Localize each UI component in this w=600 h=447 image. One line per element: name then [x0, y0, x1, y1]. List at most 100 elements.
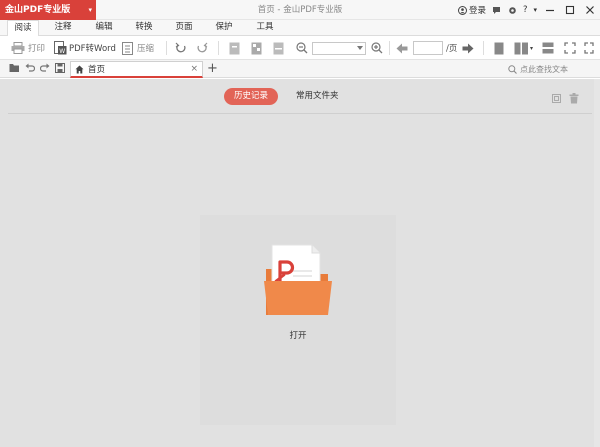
read-mode-button[interactable] [584, 39, 594, 57]
printer-icon [11, 42, 25, 54]
tab-page[interactable]: 页面 [168, 20, 200, 36]
app-menu-button[interactable]: 金山PDF专业版 ▾ [0, 0, 96, 20]
home-page: 历史记录 常用文件夹 打开 [0, 79, 600, 447]
page-view-icon [251, 42, 262, 54]
redo-icon[interactable] [40, 63, 50, 73]
zoom-in-icon [371, 42, 383, 54]
toolbar-divider [389, 41, 390, 55]
page-layout-icon [273, 42, 284, 54]
tab-tools[interactable]: 工具 [249, 20, 281, 36]
ribbon-tabs: 阅读 注释 编辑 转换 页面 保护 工具 [0, 20, 600, 37]
pdf-to-word-icon: W [54, 41, 67, 55]
close-button[interactable] [580, 0, 600, 20]
minimize-icon [546, 9, 554, 12]
user-icon [457, 5, 467, 15]
zoom-select[interactable] [312, 42, 366, 55]
tab-home[interactable]: 首页 × [70, 61, 203, 78]
more-menu-button[interactable]: ▾ [530, 0, 540, 20]
tab-home-label: 首页 [88, 65, 106, 75]
single-page-button[interactable] [251, 39, 262, 57]
new-tab-button[interactable]: + [207, 60, 218, 78]
tab-read[interactable]: 阅读 [7, 20, 39, 37]
compress-icon [122, 41, 133, 55]
rotate-left-button[interactable] [175, 39, 187, 57]
compress-button[interactable]: 压缩 [122, 39, 154, 57]
fullscreen-icon [564, 42, 576, 54]
search-icon [508, 65, 517, 74]
open-file-card[interactable]: 打开 [200, 215, 396, 425]
login-label: 登录 [468, 6, 486, 16]
maximize-icon [565, 5, 575, 15]
compress-label: 压缩 [137, 44, 155, 54]
tab-convert[interactable]: 转换 [128, 20, 160, 36]
svg-text:W: W [59, 48, 65, 55]
zoom-out-button[interactable] [296, 39, 308, 57]
scroll-view-button[interactable] [542, 39, 554, 57]
title-bar: 金山PDF专业版 ▾ 首页 - 金山PDF专业版 登录 ? ▾ [0, 0, 600, 20]
folder-open-icon[interactable] [9, 63, 20, 73]
double-page-icon [514, 42, 528, 54]
scrollbar[interactable] [594, 79, 600, 447]
chat-icon [492, 6, 500, 14]
grid-view-icon[interactable] [552, 94, 561, 103]
tab-protect[interactable]: 保护 [208, 20, 240, 36]
chevron-down-icon: ▾ [533, 6, 537, 14]
login-button[interactable]: 登录 [455, 0, 489, 20]
arrow-right-icon [462, 43, 474, 53]
home-segmented-tabs: 历史记录 常用文件夹 [224, 88, 339, 105]
minimize-button[interactable] [540, 0, 560, 20]
next-page-button[interactable] [462, 39, 474, 57]
pdf-to-word-button[interactable]: W PDF转Word [54, 39, 116, 57]
gear-icon [509, 6, 516, 14]
pdf-folder-icon [264, 244, 332, 315]
history-tab[interactable]: 历史记录 [224, 88, 279, 105]
skin-button[interactable] [489, 0, 505, 20]
scroll-page-icon [542, 42, 554, 54]
single-page-icon [494, 42, 504, 54]
double-view-button[interactable]: ▾ [514, 39, 533, 57]
tab-edit[interactable]: 编辑 [88, 20, 120, 36]
pdf-to-word-label: PDF转Word [69, 44, 116, 54]
settings-button[interactable] [505, 0, 520, 20]
chevron-down-icon [357, 46, 363, 50]
close-icon [586, 6, 594, 14]
common-folders-tab[interactable]: 常用文件夹 [296, 88, 339, 105]
chevron-down-icon: ▾ [88, 6, 92, 14]
zoom-in-button[interactable] [371, 39, 383, 57]
previous-page-button[interactable] [396, 39, 408, 57]
toolbar-divider [483, 41, 484, 55]
home-icon [75, 65, 84, 73]
zoom-out-icon [296, 42, 308, 54]
arrow-left-icon [396, 43, 408, 53]
search-placeholder: 点此查找文本 [520, 65, 568, 74]
toolbar-divider [166, 41, 167, 55]
rotate-right-icon [197, 42, 208, 53]
rotate-left-icon [175, 42, 186, 53]
print-label: 打印 [28, 44, 46, 54]
undo-icon[interactable] [25, 63, 35, 73]
print-button[interactable]: 打印 [11, 39, 45, 57]
rotate-right-button[interactable] [196, 39, 208, 57]
header-divider [8, 113, 592, 114]
trash-icon[interactable] [569, 93, 579, 104]
find-text-search[interactable]: 点此查找文本 [508, 64, 568, 75]
help-icon: ? [522, 5, 528, 15]
first-page-button[interactable] [229, 39, 240, 57]
page-number-input[interactable] [413, 41, 443, 55]
open-label: 打开 [289, 331, 307, 341]
maximize-button[interactable] [560, 0, 580, 20]
continuous-page-button[interactable] [273, 39, 284, 57]
fullscreen-button[interactable] [564, 39, 576, 57]
help-button[interactable]: ? [520, 0, 531, 20]
tab-annotate[interactable]: 注释 [47, 20, 79, 36]
save-icon[interactable] [55, 63, 65, 73]
close-tab-icon[interactable]: × [190, 64, 198, 74]
document-tab-bar: 首页 × + 点此查找文本 [0, 60, 600, 78]
read-mode-icon [584, 42, 594, 54]
page-total-label: /页 [446, 44, 458, 54]
chevron-down-icon: ▾ [530, 44, 534, 52]
toolbar-divider [218, 41, 219, 55]
toolbar: 打印 W PDF转Word 压缩 /页 ▾ [0, 36, 600, 60]
single-view-button[interactable] [494, 39, 504, 57]
first-page-icon [229, 42, 240, 54]
